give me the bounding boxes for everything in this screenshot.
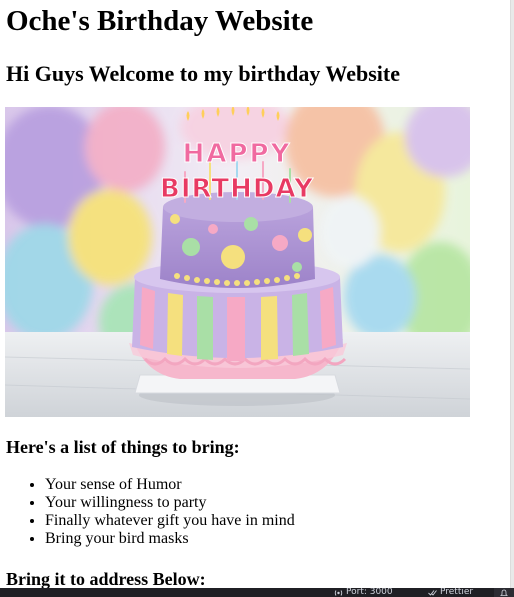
things-to-bring-list: Your sense of Humor Your willingness to …	[0, 476, 295, 548]
double-check-icon	[428, 589, 437, 596]
cake-topper-birthday: BIRTHDAY	[160, 174, 314, 204]
cake-topper-happy: HAPPY	[183, 139, 292, 169]
welcome-heading: Hi Guys Welcome to my birthday Website	[6, 61, 400, 86]
bell-icon	[500, 589, 508, 596]
prettier-item[interactable]: Prettier	[428, 588, 473, 597]
page-content: Oche's Birthday Website Hi Guys Welcome …	[0, 0, 514, 588]
live-server-port-item[interactable]: Port: 3000	[334, 588, 393, 597]
list-item: Your sense of Humor	[45, 476, 295, 494]
page-title: Oche's Birthday Website	[6, 5, 314, 37]
list-item: Finally whatever gift you have in mind	[45, 512, 295, 530]
birthday-cake-image: HAPPY BIRTHDAY	[5, 107, 470, 417]
port-label: Port: 3000	[346, 588, 393, 597]
editor-status-bar: Port: 3000 Prettier	[0, 588, 514, 597]
list-item: Your willingness to party	[45, 494, 295, 512]
prettier-label: Prettier	[440, 588, 474, 597]
broadcast-icon	[334, 589, 343, 596]
list-item: Bring your bird masks	[45, 530, 295, 548]
notifications-button[interactable]	[494, 588, 514, 597]
address-heading: Bring it to address Below:	[6, 569, 206, 588]
things-to-bring-heading: Here's a list of things to bring:	[6, 437, 240, 457]
vertical-scrollbar[interactable]	[510, 0, 514, 588]
